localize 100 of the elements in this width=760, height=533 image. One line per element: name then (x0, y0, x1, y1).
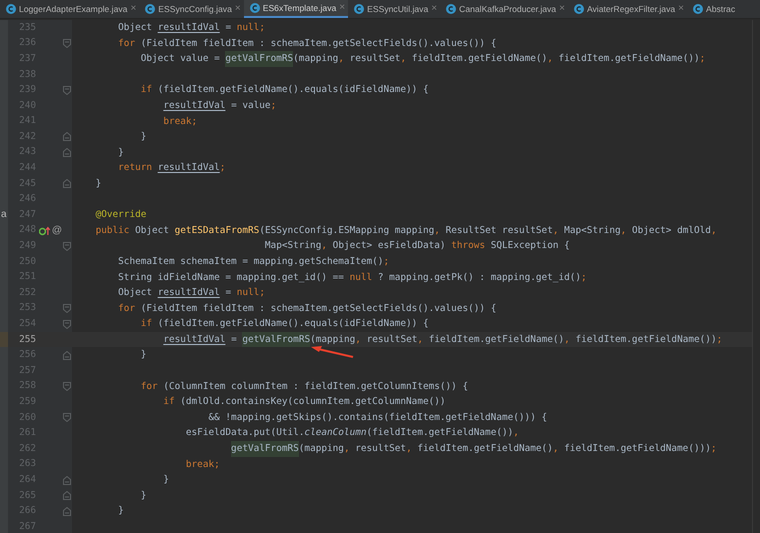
fold-icon[interactable] (63, 491, 71, 500)
fold-icon[interactable] (63, 320, 71, 329)
punctuation: , (710, 224, 717, 238)
code-text: ResultSet resultSet (446, 224, 553, 238)
override-marker-icon[interactable] (39, 226, 50, 236)
editor-tab[interactable]: AviaterRegexFilter.java × (568, 0, 687, 18)
code-text: SQLException { (490, 239, 570, 254)
class-icon (6, 4, 16, 14)
keyword: break (186, 458, 214, 472)
fold-icon[interactable] (63, 304, 71, 313)
class-icon (250, 3, 260, 13)
close-icon[interactable]: × (130, 4, 136, 14)
punctuation: , (552, 442, 558, 456)
punctuation: , (620, 224, 626, 238)
editor-tab[interactable]: CanalKafkaProducer.java × (440, 0, 568, 18)
variable-reference: resultIdVal (158, 21, 220, 35)
punctuation: ; (581, 270, 587, 284)
code-text: Object value = (140, 52, 220, 66)
fold-icon[interactable] (63, 179, 71, 188)
keyword: for (118, 302, 136, 316)
editor-tab[interactable]: ESSyncUtil.java × (348, 0, 440, 18)
punctuation: , (564, 332, 570, 347)
code-text: && !mapping.getSkips().contains(fieldItem.getFieldName())) { (208, 410, 548, 425)
code-text: = (231, 332, 237, 347)
close-icon[interactable]: × (678, 4, 684, 14)
variable-reference: resultIdVal (163, 332, 226, 347)
code-text: } (140, 130, 146, 144)
code-text: fieldItem.getFieldName() (428, 332, 564, 347)
annotation: @Override (96, 208, 146, 222)
keyword: throws (451, 239, 486, 254)
static-method: cleanColumn (304, 426, 367, 440)
keyword: if (140, 317, 152, 332)
punctuation: , (400, 52, 406, 66)
keyword: return (118, 161, 152, 176)
code-text: esFieldData.put(Util. (186, 426, 304, 440)
code-text: } (118, 504, 124, 518)
fold-icon[interactable] (63, 132, 71, 142)
fold-icon[interactable] (63, 86, 71, 95)
code-text: (ESSyncConfig.ESMapping mapping (259, 224, 434, 238)
close-icon[interactable]: × (559, 4, 565, 14)
close-icon[interactable]: × (234, 4, 241, 14)
fold-icon[interactable] (63, 38, 71, 48)
code-text: (FieldItem fieldItem : schemaItem.getSelectFields().values()) { (140, 302, 496, 316)
keyword: null (350, 270, 372, 284)
fold-icon[interactable] (63, 350, 71, 360)
keyword: if (140, 83, 152, 98)
punctuation: , (355, 332, 361, 347)
line-number: 255 (18, 332, 36, 347)
code-text: resultSet (355, 442, 406, 456)
code-text: Object (135, 224, 169, 238)
code-text: } (163, 473, 169, 488)
fold-icon[interactable] (63, 413, 71, 422)
fold-icon[interactable] (63, 242, 71, 251)
code-text: Object> esFieldData) (332, 239, 446, 254)
method-usage: getValFromRS (231, 441, 299, 457)
code-text: resultSet (350, 52, 400, 66)
fold-icon[interactable] (63, 506, 71, 516)
fold-icon[interactable] (63, 382, 71, 391)
keyword: public (96, 224, 130, 238)
punctuation: ; (700, 52, 706, 66)
code-text: (fieldItem.getFieldName()) (366, 426, 514, 440)
editor-tab[interactable]: Abstrac (687, 0, 738, 18)
fold-icon[interactable] (63, 148, 71, 158)
punctuation: ; (220, 161, 226, 176)
tab-label: ESSyncUtil.java (367, 2, 428, 16)
code-text: fieldItem.getFieldName())) (564, 442, 711, 456)
class-icon (354, 4, 364, 14)
code-text: (fieldItem.getFieldName().equals(idFieldName)) { (158, 83, 429, 98)
code-text: String idFieldName = mapping.get_id() == (118, 270, 344, 284)
code-text: (mapping (298, 442, 344, 456)
editor-tab[interactable]: LoggerAdapterExample.java × (0, 0, 140, 18)
code-text: } (96, 176, 102, 191)
method-name: getESDataFromRS (174, 224, 260, 238)
punctuation: ; (270, 98, 276, 113)
annotation-marker[interactable]: @ (52, 226, 62, 236)
code-text: (FieldItem fieldItem : schemaItem.getSelectFields().values()) { (140, 36, 496, 51)
code-text: = (225, 286, 232, 300)
code-text: (ColumnItem columnItem : fieldItem.getColumnItems()) { (163, 380, 468, 394)
fold-icon[interactable] (63, 476, 71, 485)
code-text: fieldItem.getFieldName()) (575, 332, 717, 347)
code-text: Map<String (564, 224, 621, 238)
side-panel-text: a (1, 208, 7, 222)
code-text: } (118, 146, 124, 160)
variable-reference: resultIdVal (158, 286, 220, 300)
code-text: (fieldItem.getFieldName().equals(idFieldName)) { (158, 317, 429, 332)
tab-label: LoggerAdapterExample.java (19, 2, 128, 16)
punctuation: , (513, 426, 519, 440)
close-icon[interactable]: × (431, 4, 438, 14)
code-text: resultSet (366, 332, 418, 347)
tab-label: AviaterRegexFilter.java (586, 2, 676, 16)
punctuation: ; (214, 458, 220, 472)
keyword: null (236, 21, 260, 35)
code-text: } (140, 488, 146, 503)
keyword: break (163, 114, 192, 129)
editor-tab[interactable]: ESSyncConfig.java × (139, 0, 244, 18)
punctuation: , (344, 442, 350, 456)
editor-tab[interactable]: ES6xTemplate.java × (244, 0, 348, 18)
code-text: fieldItem.getFieldName()) (558, 52, 700, 66)
punctuation: , (417, 332, 424, 347)
keyword: if (163, 395, 175, 410)
